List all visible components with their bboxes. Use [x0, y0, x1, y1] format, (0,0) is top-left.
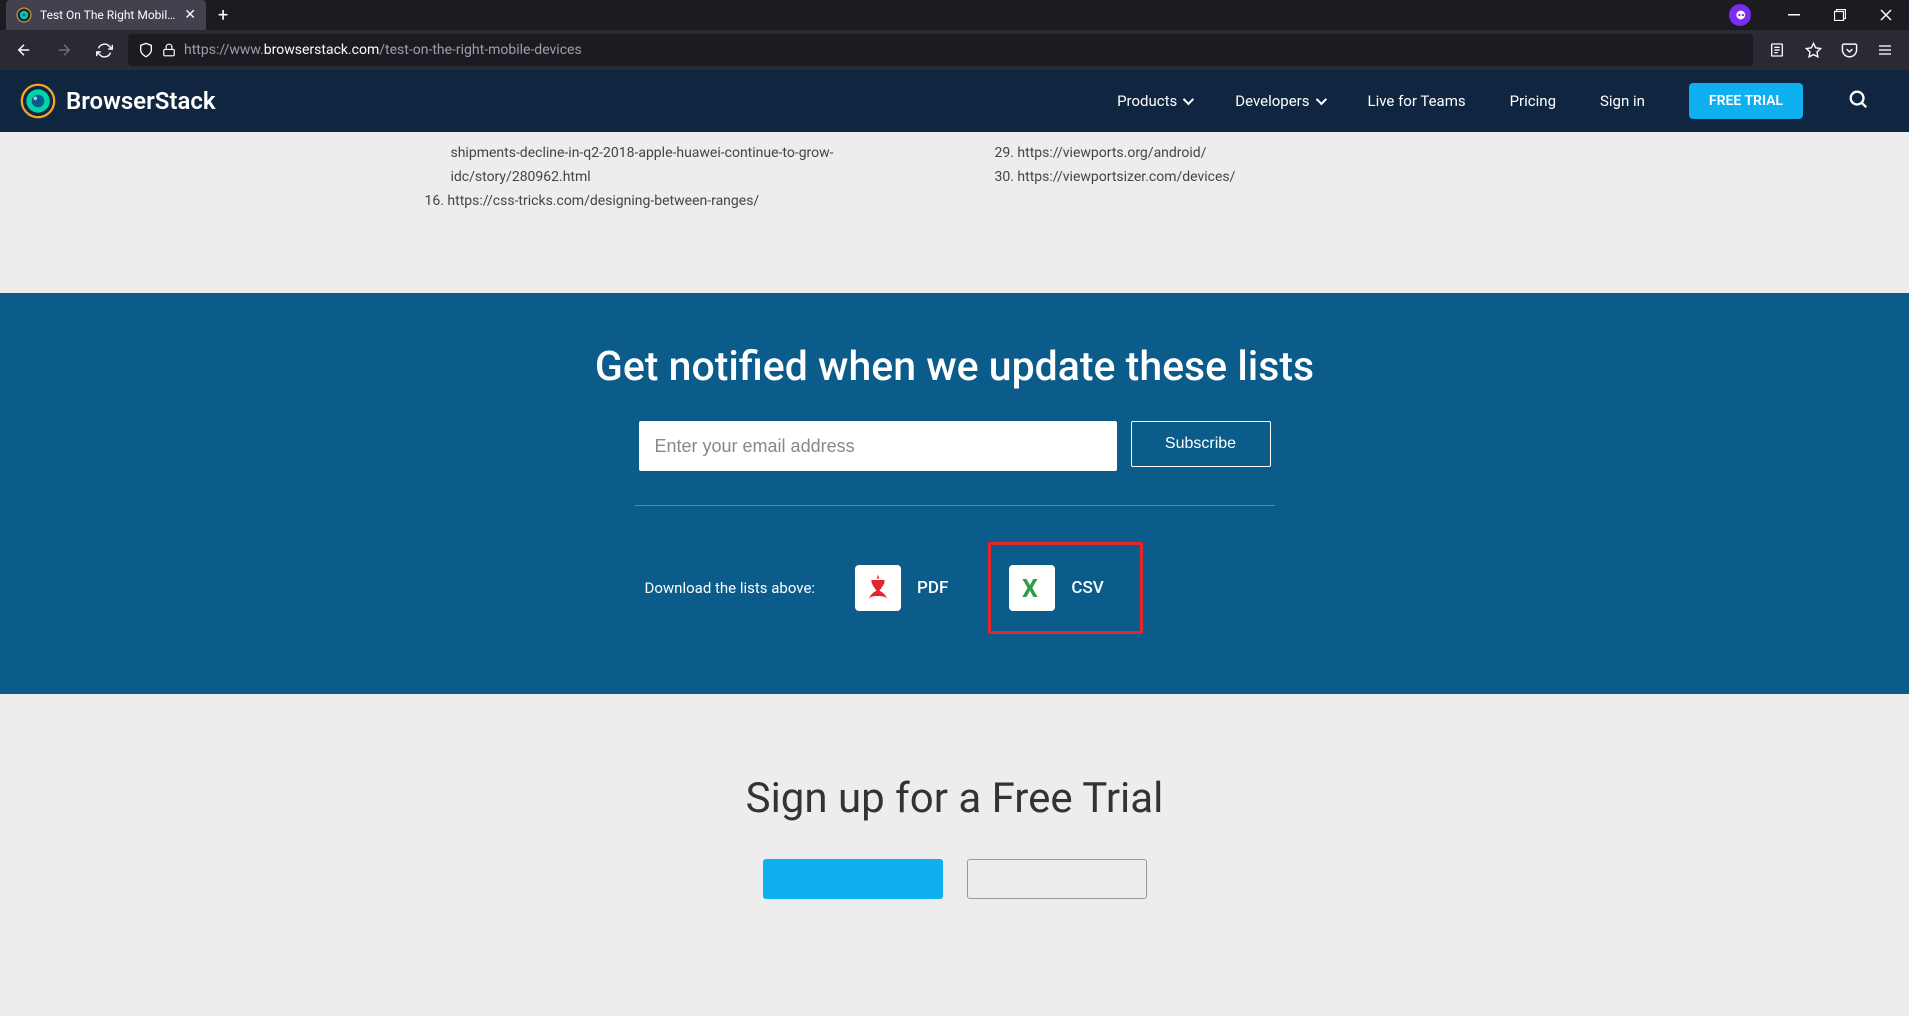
download-label: Download the lists above: — [645, 579, 816, 597]
svg-text:X: X — [1022, 575, 1038, 603]
pocket-icon[interactable] — [1833, 34, 1865, 66]
reference-item: 16. https://css-tricks.com/designing-bet… — [425, 190, 915, 214]
bookmark-icon[interactable] — [1797, 34, 1829, 66]
csv-icon: X — [1009, 565, 1055, 611]
minimize-button[interactable] — [1771, 0, 1817, 30]
notify-title: Get notified when we update these lists — [0, 343, 1909, 391]
email-input[interactable] — [639, 421, 1117, 471]
signup-primary-button[interactable] — [763, 859, 943, 899]
download-pdf-button[interactable]: PDF — [855, 565, 948, 611]
nav-live-teams[interactable]: Live for Teams — [1368, 92, 1466, 110]
forward-button[interactable] — [48, 34, 80, 66]
browser-tab[interactable]: Test On The Right Mobile Devic ✕ — [6, 0, 206, 30]
chevron-down-icon — [1315, 94, 1326, 105]
reference-item: 30. https://viewportsizer.com/devices/ — [995, 166, 1485, 190]
reference-item: 29. https://viewports.org/android/ — [995, 142, 1485, 166]
tab-favicon-icon — [16, 7, 32, 23]
nav-pricing[interactable]: Pricing — [1510, 92, 1556, 110]
download-csv-label: CSV — [1071, 578, 1103, 598]
download-row: Download the lists above: PDF X CSV — [635, 505, 1275, 634]
logo[interactable]: BrowserStack — [20, 83, 216, 119]
free-trial-button[interactable]: FREE TRIAL — [1689, 83, 1803, 119]
logo-icon — [20, 83, 56, 119]
url-bar[interactable]: https://www.browserstack.com/test-on-the… — [128, 34, 1753, 66]
new-tab-button[interactable]: + — [218, 5, 228, 26]
tab-close-icon[interactable]: ✕ — [184, 7, 196, 23]
tab-title: Test On The Right Mobile Devic — [40, 8, 176, 22]
pdf-icon — [855, 565, 901, 611]
nav-developers[interactable]: Developers — [1235, 92, 1323, 110]
notify-section: Get notified when we update these lists … — [0, 293, 1909, 694]
notify-form: Subscribe — [0, 421, 1909, 471]
references-right-column: 29. https://viewports.org/android/ 30. h… — [995, 142, 1485, 213]
window-controls — [1729, 0, 1909, 30]
close-window-button[interactable] — [1863, 0, 1909, 30]
back-button[interactable] — [8, 34, 40, 66]
logo-text: BrowserStack — [66, 87, 216, 115]
reader-mode-icon[interactable] — [1761, 34, 1793, 66]
subscribe-button[interactable]: Subscribe — [1131, 421, 1271, 467]
browser-titlebar: Test On The Right Mobile Devic ✕ + — [0, 0, 1909, 30]
search-icon[interactable] — [1847, 88, 1869, 114]
url-text: https://www.browserstack.com/test-on-the… — [184, 42, 1743, 58]
main-nav: Products Developers Live for Teams Prici… — [1117, 83, 1869, 119]
page-content: BrowserStack Products Developers Live fo… — [0, 70, 1909, 1016]
signup-section: Sign up for a Free Trial — [0, 694, 1909, 899]
nav-signin[interactable]: Sign in — [1600, 92, 1645, 110]
tabs-area: Test On The Right Mobile Devic ✕ + — [0, 0, 228, 30]
chevron-down-icon — [1183, 94, 1194, 105]
references-section: shipments-decline-in-q2-2018-apple-huawe… — [0, 132, 1909, 293]
browser-toolbar: https://www.browserstack.com/test-on-the… — [0, 30, 1909, 70]
signup-buttons — [0, 859, 1909, 899]
site-header: BrowserStack Products Developers Live fo… — [0, 70, 1909, 132]
references-left-column: shipments-decline-in-q2-2018-apple-huawe… — [425, 142, 915, 213]
shield-icon — [138, 42, 154, 58]
nav-products[interactable]: Products — [1117, 92, 1191, 110]
menu-icon[interactable] — [1869, 34, 1901, 66]
signup-secondary-button[interactable] — [967, 859, 1147, 899]
maximize-button[interactable] — [1817, 0, 1863, 30]
reload-button[interactable] — [88, 34, 120, 66]
download-pdf-label: PDF — [917, 578, 948, 598]
lock-icon — [162, 43, 176, 57]
reference-item: shipments-decline-in-q2-2018-apple-huawe… — [425, 142, 915, 190]
extension-icon[interactable] — [1729, 4, 1751, 26]
download-csv-button[interactable]: X CSV — [988, 542, 1142, 634]
signup-title: Sign up for a Free Trial — [0, 774, 1909, 823]
